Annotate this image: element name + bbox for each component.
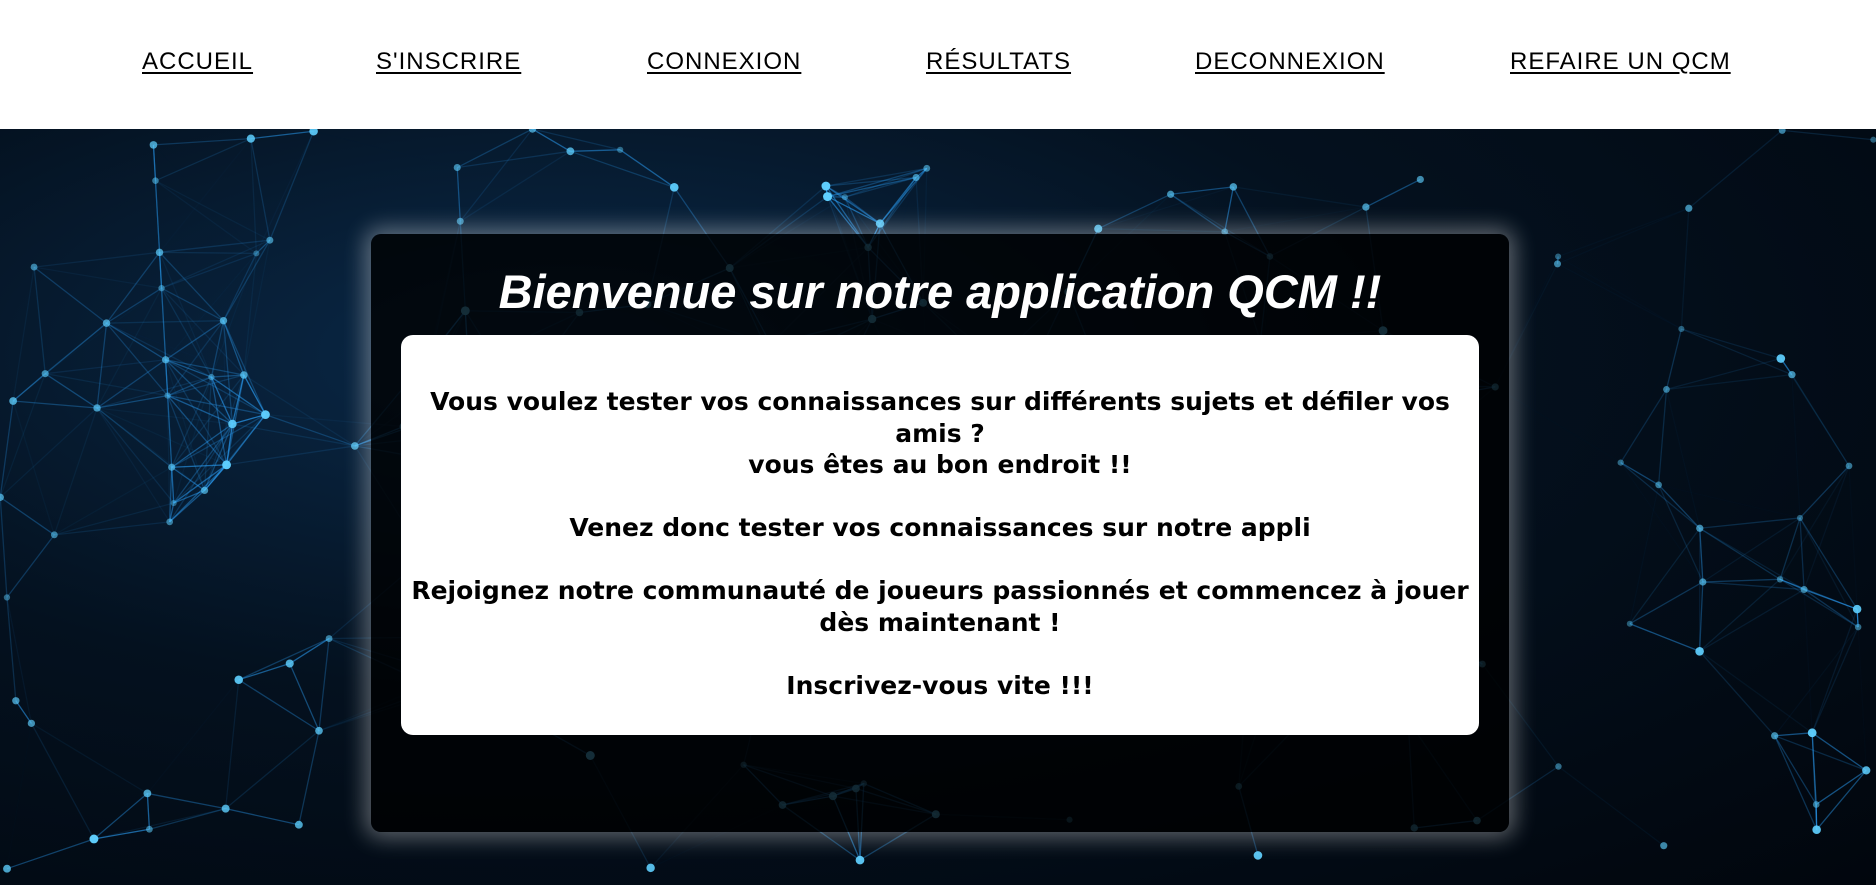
welcome-card: Bienvenue sur notre application QCM !! V… xyxy=(371,234,1509,832)
right-place-paragraph: vous êtes au bon endroit !! xyxy=(748,450,1132,479)
nav-link-connexion[interactable]: CONNEXION xyxy=(647,48,801,76)
hero-section: Bienvenue sur notre application QCM !! V… xyxy=(0,129,1876,885)
intro-paragraph: Vous voulez tester vos connaissances sur… xyxy=(430,387,1450,448)
nav-link-accueil[interactable]: ACCUEIL xyxy=(142,48,253,76)
welcome-title: Bienvenue sur notre application QCM !! xyxy=(498,265,1382,318)
signup-call-paragraph: Inscrivez-vous vite !!! xyxy=(786,671,1094,700)
top-navigation: ACCUEIL S'INSCRIRE CONNEXION RÉSULTATS D… xyxy=(0,0,1876,129)
test-app-paragraph: Venez donc tester vos connaissances sur … xyxy=(569,513,1311,542)
nav-link-sinscrire[interactable]: S'INSCRIRE xyxy=(376,48,521,76)
nav-link-deconnexion[interactable]: DECONNEXION xyxy=(1195,48,1385,76)
nav-link-refaire-qcm[interactable]: REFAIRE UN QCM xyxy=(1510,48,1731,76)
join-community-paragraph: Rejoignez notre communauté de joueurs pa… xyxy=(411,576,1469,637)
welcome-message-box: Vous voulez tester vos connaissances sur… xyxy=(401,335,1479,735)
nav-link-resultats[interactable]: RÉSULTATS xyxy=(926,48,1071,76)
